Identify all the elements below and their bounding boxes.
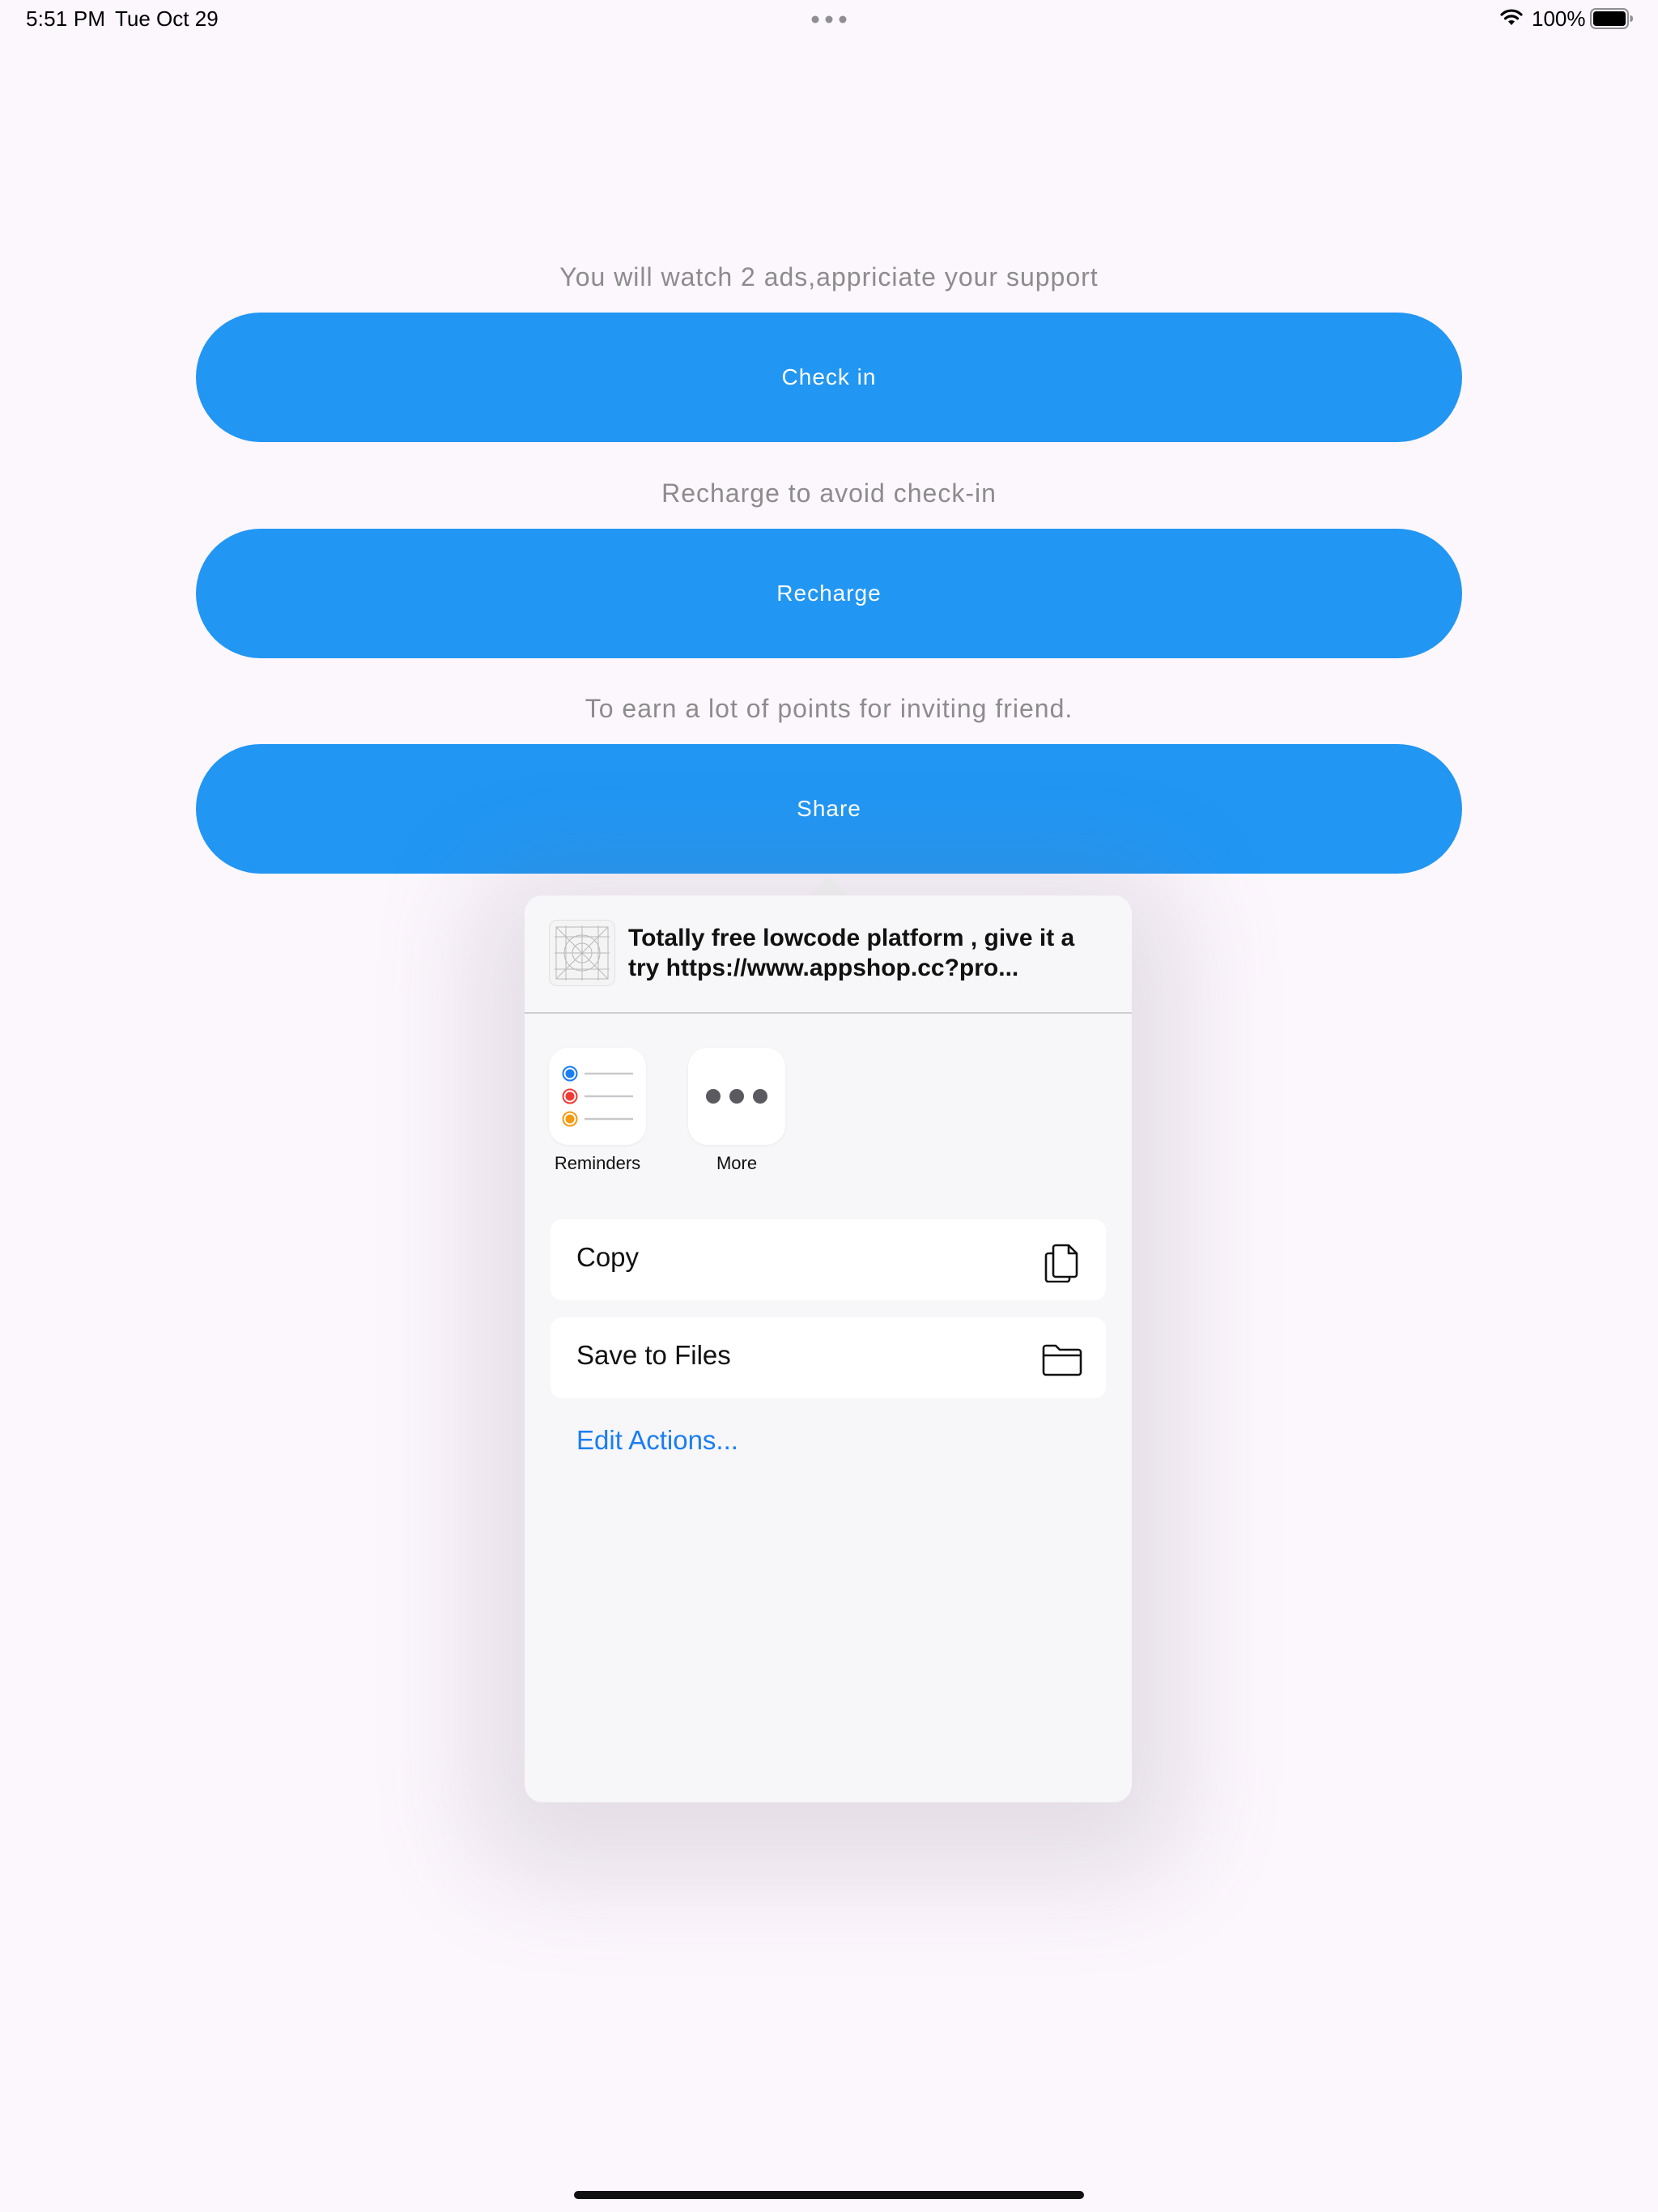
copy-icon bbox=[1044, 1244, 1078, 1283]
status-time: 5:51 PM bbox=[26, 6, 106, 31]
battery-percentage: 100% bbox=[1532, 6, 1586, 31]
more-app-button[interactable] bbox=[688, 1048, 785, 1145]
home-indicator[interactable] bbox=[574, 2191, 1084, 2199]
share-caption: To earn a lot of points for inviting fri… bbox=[585, 694, 1073, 723]
save-to-files-action[interactable]: Save to Files bbox=[551, 1317, 1106, 1398]
copy-action[interactable]: Copy bbox=[551, 1219, 1106, 1300]
save-to-files-action-label: Save to Files bbox=[576, 1340, 731, 1370]
check-in-button[interactable]: Check in bbox=[196, 313, 1462, 442]
share-content-title: Totally free lowcode platform , give it … bbox=[628, 925, 1075, 981]
multitasking-dots-icon[interactable] bbox=[811, 15, 847, 23]
link-thumbnail-icon bbox=[549, 920, 615, 986]
reminders-app-button[interactable] bbox=[549, 1048, 646, 1145]
more-icon bbox=[706, 1089, 767, 1104]
edit-actions-link[interactable]: Edit Actions... bbox=[576, 1425, 738, 1456]
copy-action-label: Copy bbox=[576, 1242, 640, 1272]
battery-fill bbox=[1593, 11, 1626, 26]
battery-icon bbox=[1590, 8, 1633, 29]
popover-arrow bbox=[808, 876, 850, 897]
share-sheet: Totally free lowcode platform , give it … bbox=[525, 895, 1132, 1802]
share-sheet-header: Totally free lowcode platform , give it … bbox=[525, 895, 1132, 1014]
status-date: Tue Oct 29 bbox=[115, 6, 219, 31]
status-bar: 5:51 PM Tue Oct 29 100% bbox=[0, 0, 1658, 39]
reminders-icon bbox=[562, 1066, 633, 1127]
recharge-caption: Recharge to avoid check-in bbox=[661, 479, 997, 508]
more-app-label: More bbox=[716, 1153, 758, 1173]
recharge-button[interactable]: Recharge bbox=[196, 529, 1462, 658]
checkin-caption: You will watch 2 ads,appriciate your sup… bbox=[559, 262, 1099, 291]
share-button[interactable]: Share bbox=[196, 744, 1462, 874]
wifi-icon bbox=[1500, 9, 1523, 25]
folder-icon bbox=[1042, 1344, 1082, 1376]
